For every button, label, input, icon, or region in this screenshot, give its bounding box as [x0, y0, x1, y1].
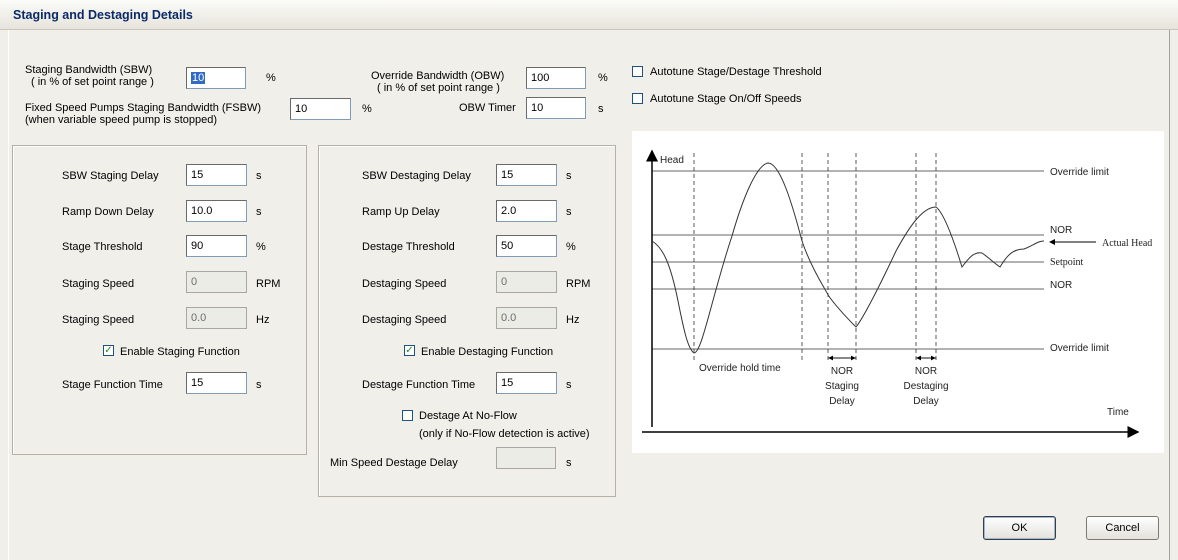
autotune-speeds-label: Autotune Stage On/Off Speeds	[650, 93, 802, 105]
y-axis-label: Head	[660, 155, 684, 166]
autotune-speeds-checkbox[interactable]	[632, 93, 643, 104]
obw-timer-unit: s	[598, 103, 604, 115]
sbw-staging-delay-label: SBW Staging Delay	[62, 170, 159, 182]
staging-speed-rpm-label: Staging Speed	[62, 278, 135, 290]
destage-no-flow-sublabel: (only if No-Flow detection is active)	[419, 428, 590, 440]
stage-threshold-unit: %	[256, 241, 266, 253]
ramp-down-delay-unit: s	[256, 206, 262, 218]
enable-staging-checkbox[interactable]: ✓	[103, 345, 114, 356]
sbw-staging-delay-input[interactable]: 15	[186, 164, 247, 186]
staging-speed-rpm-unit: RPM	[256, 278, 281, 290]
nor-destaging-label-2: Destaging	[903, 381, 948, 392]
fsbw-input[interactable]: 10	[290, 98, 351, 120]
destaging-speed-rpm-field: 0	[496, 271, 557, 293]
staging-speed-hz-field: 0.0	[186, 307, 247, 329]
enable-destaging-checkbox[interactable]: ✓	[404, 345, 415, 356]
destage-threshold-label: Destage Threshold	[362, 241, 455, 253]
autotune-threshold-checkbox[interactable]	[632, 66, 643, 77]
staging-diagram-svg: Head Time Override limit NOR Actual Head…	[642, 149, 1152, 438]
override-limit-bottom-label: Override limit	[1050, 343, 1109, 354]
staging-speed-rpm-field: 0	[186, 271, 247, 293]
sbw-sublabel: ( in % of set point range )	[31, 76, 154, 88]
staging-diagram: Head Time Override limit NOR Actual Head…	[632, 131, 1164, 453]
fsbw-sublabel: (when variable speed pump is stopped)	[25, 114, 218, 126]
autotune-threshold-label: Autotune Stage/Destage Threshold	[650, 66, 822, 78]
title-bar: Staging and Destaging Details	[0, 0, 1178, 30]
obw-input[interactable]: 100	[526, 67, 586, 89]
enable-staging-label: Enable Staging Function	[120, 346, 240, 358]
override-hold-time-label: Override hold time	[699, 363, 781, 374]
destage-threshold-unit: %	[566, 241, 576, 253]
reference-lines	[652, 170, 1044, 350]
obw-timer-label: OBW Timer	[459, 102, 516, 114]
obw-sublabel: ( in % of set point range )	[377, 82, 500, 94]
nor-staging-label-1: NOR	[831, 366, 853, 377]
ramp-up-delay-label: Ramp Up Delay	[362, 206, 440, 218]
sbw-label: Staging Bandwidth (SBW)	[25, 64, 153, 76]
ramp-up-delay-unit: s	[566, 206, 572, 218]
destage-function-time-unit: s	[566, 379, 572, 391]
stage-function-time-unit: s	[256, 379, 262, 391]
nor-destaging-label-1: NOR	[915, 366, 937, 377]
sbw-unit: %	[266, 72, 276, 84]
cancel-button[interactable]: Cancel	[1086, 516, 1159, 540]
stage-threshold-input[interactable]: 90	[186, 235, 247, 257]
sbw-destaging-delay-input[interactable]: 15	[496, 164, 557, 186]
ok-button[interactable]: OK	[983, 516, 1056, 540]
destage-threshold-input[interactable]: 50	[496, 235, 557, 257]
sbw-input[interactable]: 10	[186, 67, 246, 89]
obw-label: Override Bandwidth (OBW)	[371, 70, 505, 82]
actual-head-label: Actual Head	[1102, 238, 1152, 249]
enable-destaging-label: Enable Destaging Function	[421, 346, 554, 358]
ramp-down-delay-label: Ramp Down Delay	[62, 206, 154, 218]
destaging-speed-hz-label: Destaging Speed	[362, 314, 447, 326]
min-speed-destage-delay-unit: s	[566, 457, 572, 469]
destaging-speed-rpm-unit: RPM	[566, 278, 591, 290]
nor-staging-label-3: Delay	[829, 396, 855, 407]
obw-timer-input[interactable]: 10	[526, 97, 586, 119]
min-speed-destage-delay-label: Min Speed Destage Delay	[330, 457, 458, 469]
staging-speed-hz-label: Staging Speed	[62, 314, 135, 326]
setpoint-label: Setpoint	[1050, 257, 1084, 268]
destaging-speed-rpm-label: Destaging Speed	[362, 278, 447, 290]
fsbw-label: Fixed Speed Pumps Staging Bandwidth (FSB…	[25, 102, 262, 114]
staging-group	[12, 145, 307, 455]
min-speed-destage-delay-field	[496, 447, 556, 469]
x-axis-label: Time	[1107, 407, 1129, 418]
destage-no-flow-checkbox[interactable]	[402, 410, 413, 421]
override-limit-top-label: Override limit	[1050, 167, 1109, 178]
nor-destaging-label-3: Delay	[913, 396, 939, 407]
nor-staging-label-2: Staging	[825, 381, 859, 392]
sbw-destaging-delay-unit: s	[566, 170, 572, 182]
fsbw-unit: %	[362, 103, 372, 115]
destage-function-time-input[interactable]: 15	[496, 372, 557, 394]
nor-bottom-label: NOR	[1050, 280, 1072, 291]
time-markers	[693, 153, 937, 363]
ramp-up-delay-input[interactable]: 2.0	[496, 200, 557, 222]
stage-function-time-input[interactable]: 15	[186, 372, 247, 394]
obw-unit: %	[598, 72, 608, 84]
destage-function-time-label: Destage Function Time	[362, 379, 476, 391]
ramp-down-delay-input[interactable]: 10.0	[186, 200, 247, 222]
staging-speed-hz-unit: Hz	[256, 314, 270, 326]
stage-threshold-label: Stage Threshold	[62, 241, 143, 253]
nor-top-label: NOR	[1050, 225, 1072, 236]
stage-function-time-label: Stage Function Time	[62, 379, 163, 391]
destage-no-flow-label: Destage At No-Flow	[419, 410, 517, 422]
window-title: Staging and Destaging Details	[13, 8, 193, 22]
actual-head-curve	[651, 162, 1045, 354]
destaging-speed-hz-field: 0.0	[496, 307, 557, 329]
sbw-staging-delay-unit: s	[256, 170, 262, 182]
destaging-speed-hz-unit: Hz	[566, 314, 580, 326]
sbw-destaging-delay-label: SBW Destaging Delay	[362, 170, 471, 182]
